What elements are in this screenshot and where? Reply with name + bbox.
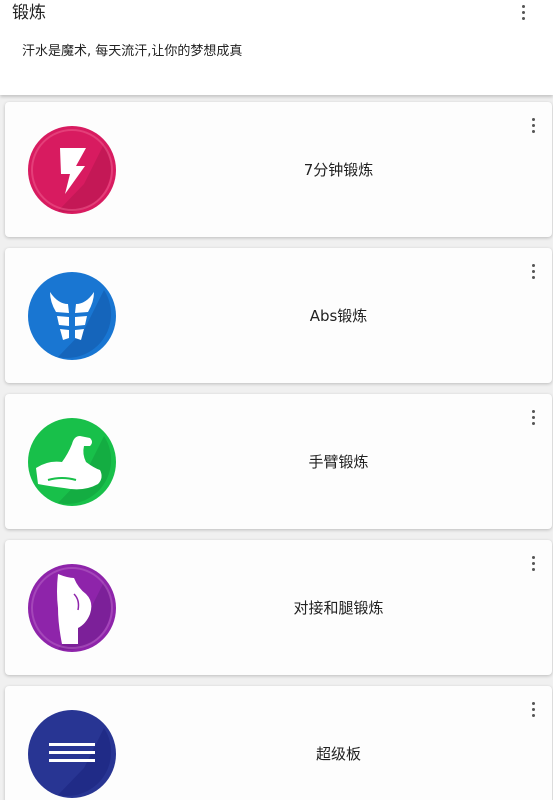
menu-dot [531, 409, 535, 413]
page-subtitle: 汗水是魔术, 每天流汗,让你的梦想成真 [22, 44, 243, 59]
menu-dot [531, 713, 535, 717]
buttocks-icon [28, 564, 116, 652]
more-vertical-icon[interactable] [523, 553, 543, 573]
plank-lines-icon [28, 710, 116, 798]
workout-card-abs[interactable]: Abs锻炼 [5, 248, 552, 383]
lightning-bolt-svg [28, 126, 116, 214]
workout-list: 7分钟锻炼 Abs锻炼 手臂锻炼 对接和腿锻炼 超级板 [0, 95, 553, 800]
more-vertical-icon[interactable] [523, 261, 543, 281]
workout-card-arms[interactable]: 手臂锻炼 [5, 394, 552, 529]
menu-dot [531, 421, 535, 425]
menu-dot [531, 567, 535, 571]
workout-card-7min[interactable]: 7分钟锻炼 [5, 102, 552, 237]
menu-dot [531, 123, 535, 127]
menu-dot [531, 117, 535, 121]
menu-dot [531, 701, 535, 705]
lightning-bolt-icon [28, 126, 116, 214]
workout-label: 对接和腿锻炼 [293, 599, 384, 617]
workout-label: 超级板 [315, 745, 361, 763]
flexed-arm-svg [28, 418, 116, 506]
menu-dot [531, 561, 535, 565]
menu-dot [531, 707, 535, 711]
workout-card-butt-legs[interactable]: 对接和腿锻炼 [5, 540, 552, 675]
menu-dot [531, 555, 535, 559]
more-vertical-icon[interactable] [523, 407, 543, 427]
workout-card-plank[interactable]: 超级板 [5, 686, 552, 800]
flexed-arm-icon [28, 418, 116, 506]
menu-dot [531, 415, 535, 419]
plank-lines-svg [28, 710, 116, 798]
menu-dot [531, 275, 535, 279]
menu-dot [531, 263, 535, 267]
menu-dot [521, 4, 525, 8]
more-vertical-icon[interactable] [523, 699, 543, 719]
page-title: 锻炼 [12, 3, 46, 23]
menu-dot [521, 10, 525, 14]
app-screen: 锻炼 汗水是魔术, 每天流汗,让你的梦想成真 7分钟锻炼 Abs锻炼 手臂锻炼 … [0, 0, 553, 800]
workout-label: 手臂锻炼 [308, 453, 369, 471]
more-vertical-icon[interactable] [513, 2, 533, 22]
app-header: 锻炼 汗水是魔术, 每天流汗,让你的梦想成真 [0, 0, 553, 95]
abs-svg [28, 272, 116, 360]
workout-label: Abs锻炼 [309, 307, 368, 325]
buttocks-svg [28, 564, 116, 652]
abs-icon [28, 272, 116, 360]
menu-dot [531, 269, 535, 273]
workout-label: 7分钟锻炼 [303, 161, 374, 179]
menu-dot [531, 129, 535, 133]
menu-dot [521, 16, 525, 20]
more-vertical-icon[interactable] [523, 115, 543, 135]
